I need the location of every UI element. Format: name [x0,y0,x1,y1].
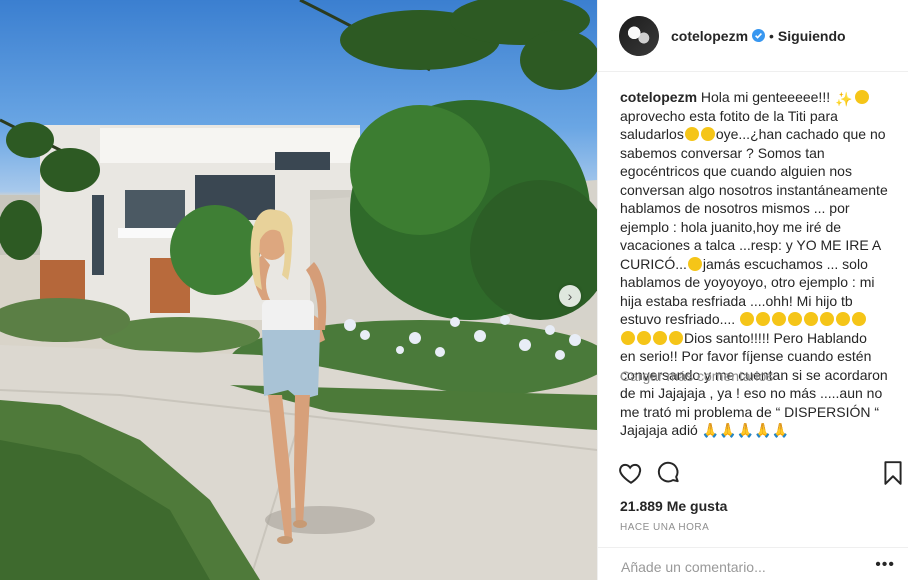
post-caption: cotelopezm Hola mi genteeeee!!! ✨ aprove… [620,89,888,438]
scream-emoji-icon [687,256,702,271]
post-actions [598,460,908,492]
load-more-comments-link[interactable]: Cargar más comentarios [620,368,773,384]
comment-input[interactable] [619,558,883,576]
flushed-emoji-icon [637,330,651,345]
flushed-emoji-icon [804,312,819,326]
flushed-emoji-icon [788,312,803,326]
photo-illustration [0,0,597,580]
flushed-emoji-icon [820,312,835,326]
verified-badge-icon [752,29,766,42]
likes-count[interactable]: 21.889 Me gusta [620,498,727,514]
flushed-emoji-icon [756,312,771,326]
chevron-right-icon: › [567,288,573,304]
flushed-emoji-icon [740,312,755,326]
comments-section: cotelopezm Hola mi genteeeee!!! ✨ aprove… [598,72,908,445]
instagram-post: › cotelopezm • Siguiendo cotelopezm Hola… [0,0,908,580]
flushed-emoji-icon [669,330,683,345]
avatar[interactable] [619,15,659,56]
post-timestamp[interactable]: HACE UNA HORA [620,522,709,533]
following-button[interactable]: Siguiendo [778,28,846,44]
more-options-icon[interactable]: ••• [875,556,895,574]
post-header: cotelopezm • Siguiendo [598,0,908,72]
separator-dot: • [769,27,774,44]
flushed-emoji-icon [653,330,667,345]
carousel-next-button[interactable]: › [559,285,581,307]
username-link[interactable]: cotelopezm [671,28,748,44]
sparkles-emoji-icon: ✨ [835,91,853,107]
post-photo[interactable]: › [0,0,597,580]
flushed-emoji-icon [772,312,787,326]
post-sidebar: cotelopezm • Siguiendo cotelopezm Hola m… [597,0,908,580]
heart-icon[interactable] [618,460,644,486]
grin-emoji-icon [700,127,715,141]
bookmark-icon[interactable] [882,460,908,486]
flushed-emoji-icon [621,330,635,345]
caption-username[interactable]: cotelopezm [620,89,697,105]
add-comment-bar: ••• [598,547,908,580]
grin-emoji-icon [684,127,699,141]
flushed-emoji-icon [852,312,867,326]
flushed-emoji-icon [836,312,851,326]
sun-emoji-icon [854,90,869,104]
comment-icon[interactable] [656,460,682,486]
